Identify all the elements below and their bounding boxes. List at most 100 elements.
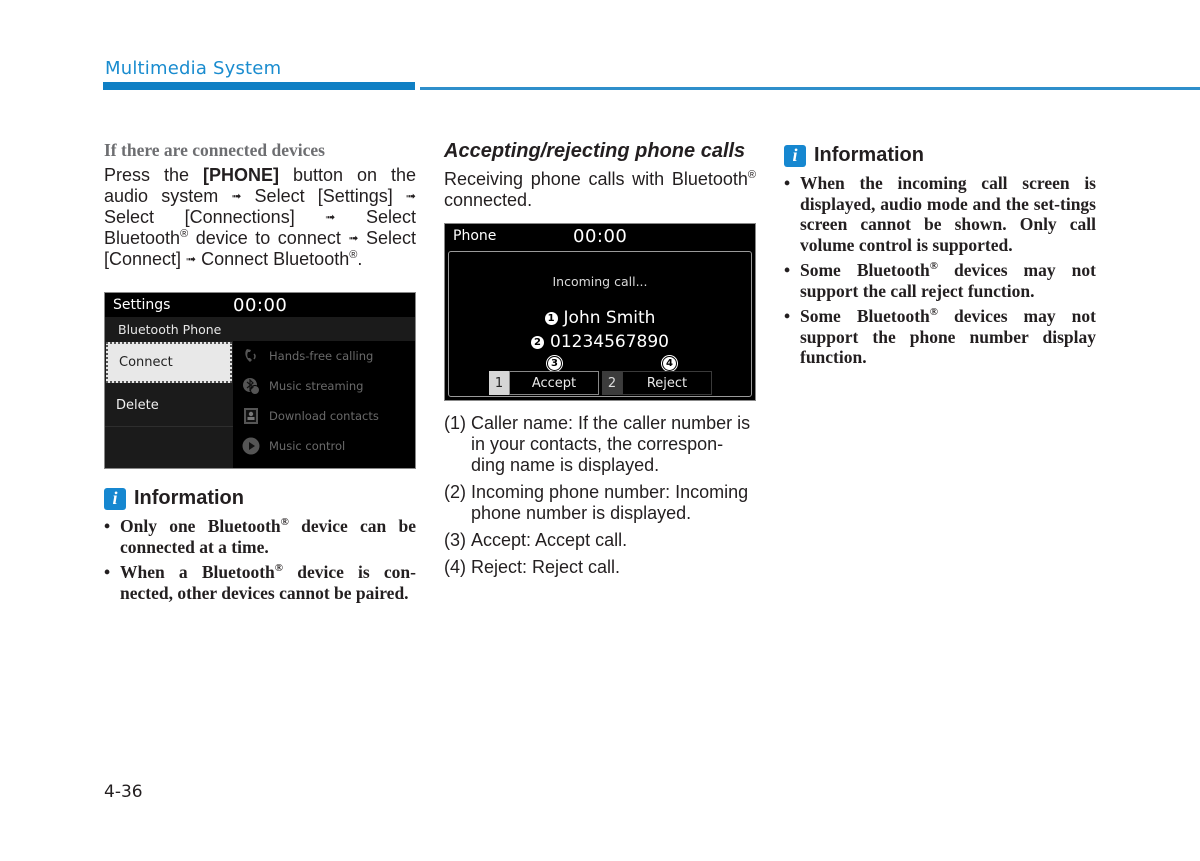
column-right: i Information When the incoming call scr… — [784, 140, 1096, 373]
legend-text: Accept: Accept call. — [471, 530, 628, 550]
callout-4: 4 — [662, 356, 677, 371]
legend-number: (1) — [444, 413, 466, 433]
phone-handsfree-icon — [242, 347, 260, 365]
info-bullet: Some Bluetooth® devices may not support … — [784, 306, 1096, 368]
play-icon — [242, 437, 260, 455]
text: Connect Bluetooth — [196, 249, 350, 269]
phone-screen: Phone 00:00 Incoming call... 1 John Smith… — [444, 223, 756, 401]
legend-text: Caller name: If the caller number is in … — [471, 413, 751, 475]
reject-label: Reject — [622, 371, 712, 395]
text: device to connect — [188, 228, 349, 248]
reject-key: 2 — [602, 371, 622, 395]
legend-item: (2) Incoming phone number: Incoming phone… — [444, 482, 756, 524]
info-heading: i Information — [104, 487, 416, 510]
legend-item: (1) Caller name: If the caller number is … — [444, 413, 756, 476]
info-title: Information — [134, 487, 244, 509]
legend-text: Reject: Reject call. — [471, 557, 621, 577]
legend-number: (4) — [444, 557, 466, 577]
header-rule — [420, 87, 1200, 90]
text: Select [Settings] — [241, 186, 406, 206]
page-number: 4-36 — [104, 782, 143, 802]
legend-number: (3) — [444, 530, 466, 550]
screen-topbar: Phone 00:00 — [445, 224, 755, 248]
text: Receiving phone calls with Bluetooth — [444, 169, 748, 189]
info-bullet: When the incoming call screen is display… — [784, 173, 1096, 255]
callout-1: 1 — [544, 312, 558, 325]
caller-number-row: 2 01234567890 — [449, 332, 751, 352]
info-title: Information — [814, 144, 924, 166]
feature-list: Hands-free calling Music streaming Downl… — [233, 341, 415, 468]
info-block-right: i Information When the incoming call scr… — [784, 144, 1096, 368]
text: connected. — [444, 190, 533, 210]
info-bullet: When a Bluetooth® device is con-nected, … — [104, 562, 416, 603]
registered-mark: ® — [747, 169, 756, 181]
callout-3: 3 — [547, 356, 562, 371]
feature-music-streaming: Music streaming — [233, 371, 415, 401]
feature-download-contacts: Download contacts — [233, 401, 415, 431]
arrow-icon: ➟ — [186, 252, 197, 266]
header-bar — [103, 82, 415, 90]
info-block-left: i Information Only one Bluetooth® device… — [104, 487, 416, 603]
screen-clock: 00:00 — [233, 294, 288, 316]
screen-clock: 00:00 — [573, 225, 628, 247]
feature-music-control: Music control — [233, 431, 415, 461]
incoming-call-panel: Incoming call... 1 John Smith 2 0123456789… — [448, 251, 752, 397]
section-heading: Accepting/rejecting phone calls — [444, 140, 746, 162]
accept-key: 1 — [489, 371, 509, 395]
menu-item-delete[interactable]: Delete — [105, 384, 233, 427]
incoming-status: Incoming call... — [552, 274, 648, 289]
settings-screen: Settings 00:00 Bluetooth Phone Connect D… — [104, 292, 416, 469]
registered-mark: ® — [274, 562, 284, 575]
arrow-icon: ➟ — [231, 189, 242, 203]
text: Press the — [104, 165, 203, 185]
screen-topbar: Settings 00:00 — [105, 293, 415, 317]
accept-label: Accept — [509, 371, 599, 395]
text: When the incoming call screen is display… — [800, 173, 1096, 255]
registered-mark: ® — [280, 516, 289, 529]
text: Select [Connections] — [104, 207, 326, 227]
reject-button[interactable]: 2 Reject — [602, 371, 712, 395]
legend-number: (2) — [444, 482, 466, 502]
intro-text: Receiving phone calls with Bluetooth® co… — [444, 169, 756, 211]
text: Only one Bluetooth — [120, 516, 281, 536]
subheading-connected-devices: If there are connected devices — [104, 140, 325, 160]
contacts-icon — [242, 407, 260, 425]
arrow-icon: ➟ — [405, 189, 416, 203]
connect-instructions: Press the [PHONE] button on the audio sy… — [104, 165, 416, 270]
screen-title: Phone — [453, 228, 497, 244]
legend-text: Incoming phone number: Incoming phone nu… — [471, 482, 749, 523]
info-icon: i — [104, 487, 126, 510]
caller-name: John Smith — [563, 308, 656, 328]
feature-label: Music streaming — [269, 379, 364, 393]
arrow-icon: ➟ — [348, 231, 359, 245]
accept-button[interactable]: 1 Accept — [489, 371, 599, 395]
feature-label: Music control — [269, 439, 346, 453]
registered-mark: ® — [929, 306, 939, 319]
text: . — [357, 249, 363, 269]
callout-2: 2 — [531, 336, 544, 349]
feature-hands-free: Hands-free calling — [233, 341, 415, 371]
info-bullet: Some Bluetooth® devices may not support … — [784, 260, 1096, 301]
column-left: If there are connected devices Press the… — [104, 140, 416, 608]
text: When a Bluetooth — [120, 562, 275, 582]
registered-mark: ® — [929, 260, 939, 273]
caller-name-row: 1 John Smith — [449, 308, 751, 328]
registered-mark: ® — [180, 228, 189, 240]
legend-item: (3) Accept: Accept call. — [444, 530, 756, 551]
screen-submenu-title: Bluetooth Phone — [105, 317, 415, 341]
text: Some Bluetooth — [800, 306, 930, 326]
bluetooth-music-icon — [242, 377, 260, 395]
phone-button-ref: [PHONE] — [202, 165, 279, 185]
header-title: Multimedia System — [105, 58, 282, 79]
menu-item-connect[interactable]: Connect — [106, 342, 232, 383]
feature-label: Download contacts — [269, 409, 379, 423]
arrow-icon: ➟ — [325, 210, 336, 224]
info-bullet: Only one Bluetooth® device can be connec… — [104, 516, 416, 557]
settings-menu: Connect Delete — [105, 341, 233, 468]
callout-legend: (1) Caller name: If the caller number is … — [444, 413, 756, 578]
info-heading: i Information — [784, 144, 1096, 167]
screen-title: Settings — [113, 297, 171, 313]
info-icon: i — [784, 144, 806, 167]
feature-label: Hands-free calling — [269, 349, 374, 363]
caller-number: 01234567890 — [550, 332, 669, 352]
